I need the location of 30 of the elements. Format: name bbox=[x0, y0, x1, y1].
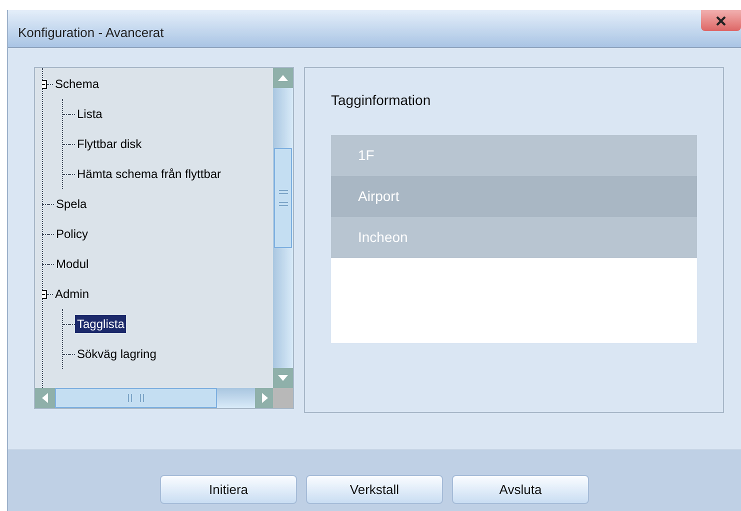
tree-item[interactable]: Tagglista bbox=[75, 315, 126, 333]
scroll-up-button[interactable] bbox=[273, 68, 293, 88]
tree-item[interactable]: Spela bbox=[54, 195, 89, 213]
right-arrow-icon bbox=[262, 393, 268, 403]
scroll-thumb[interactable] bbox=[274, 148, 292, 248]
tree-item[interactable]: Hämta schema från flyttbar bbox=[75, 165, 224, 183]
panel-title: Tagginformation bbox=[331, 91, 432, 110]
left-arrow-icon bbox=[42, 393, 48, 403]
scroll-thumb[interactable] bbox=[55, 388, 217, 408]
scrollbar-corner bbox=[273, 388, 293, 408]
dialog-button[interactable]: Verkstall bbox=[306, 475, 443, 504]
scroll-left-button[interactable] bbox=[35, 388, 55, 408]
vertical-scrollbar[interactable] bbox=[273, 68, 293, 388]
dialog-button[interactable]: Initiera bbox=[160, 475, 297, 504]
window-title: Konfiguration - Avancerat bbox=[18, 24, 164, 42]
scroll-down-button[interactable] bbox=[273, 368, 293, 388]
tree-item[interactable]: Policy bbox=[54, 225, 90, 243]
tree-item[interactable]: Admin bbox=[53, 285, 92, 303]
tree-item[interactable]: Lista bbox=[75, 105, 104, 123]
tree-item[interactable]: Modul bbox=[54, 255, 91, 273]
tree-item[interactable]: Flyttbar disk bbox=[75, 135, 144, 153]
scroll-right-button[interactable] bbox=[255, 388, 275, 408]
up-arrow-icon bbox=[278, 75, 288, 81]
close-icon bbox=[716, 16, 726, 26]
down-arrow-icon bbox=[278, 375, 288, 381]
horizontal-scrollbar[interactable] bbox=[35, 388, 275, 408]
dialog-button[interactable]: Avsluta bbox=[452, 475, 589, 504]
tree-item[interactable]: Sökväg lagring bbox=[75, 345, 158, 363]
tree-item[interactable]: Schema bbox=[53, 75, 102, 93]
close-button[interactable] bbox=[701, 10, 741, 31]
